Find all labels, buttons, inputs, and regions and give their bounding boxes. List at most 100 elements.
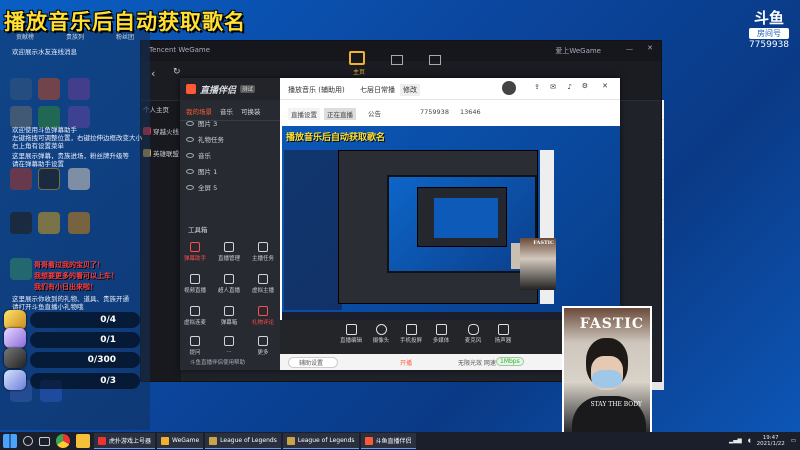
stream-preview: 播放音乐后自动获取歌名 FASTIC bbox=[282, 126, 620, 320]
scene-item[interactable]: 音乐 bbox=[186, 150, 211, 160]
refresh-icon[interactable]: ↻ bbox=[173, 67, 181, 77]
overlay-message: 欢迎使用斗鱼弹幕助手 bbox=[12, 126, 77, 134]
nav-home-label[interactable]: 主页 bbox=[353, 67, 365, 76]
tool-virtual-mic[interactable]: 虚拟连麦 bbox=[184, 306, 206, 326]
control-mic[interactable]: 麦克风 bbox=[460, 322, 486, 344]
overlay-alert: 我们有小日出来啦！ bbox=[34, 283, 97, 291]
tool-misc[interactable]: ... bbox=[218, 336, 240, 354]
tool-super-live[interactable]: 超人直播 bbox=[218, 274, 240, 294]
windows-start-icon[interactable] bbox=[3, 434, 17, 448]
clock[interactable]: 19:47 2021/1/22 bbox=[757, 435, 785, 447]
wegame-user[interactable]: 爱上WeGame bbox=[555, 46, 601, 56]
overlay-alert: 我想要更多的看可以上车！ bbox=[34, 272, 118, 280]
search-icon[interactable] bbox=[23, 436, 33, 446]
companion-icon bbox=[364, 436, 373, 445]
bell-icon[interactable]: ♪ bbox=[568, 83, 572, 91]
close-icon[interactable]: ✕ bbox=[647, 44, 653, 52]
eye-icon bbox=[186, 152, 194, 158]
overlay-message: 请在弹幕助手设置 bbox=[12, 160, 64, 168]
gift-progress-row: 0/3 bbox=[30, 373, 140, 389]
poster-headline: FASTIC bbox=[579, 316, 644, 332]
treasure-icon bbox=[4, 310, 26, 330]
mail-icon[interactable]: ✉ bbox=[550, 83, 556, 91]
control-edit[interactable]: 直播编辑 bbox=[338, 322, 364, 344]
notice-label[interactable]: 公告 bbox=[368, 108, 381, 118]
tool-gift-comment[interactable]: 礼物评论 bbox=[252, 306, 274, 326]
tab-music[interactable]: 音乐 bbox=[220, 106, 233, 116]
tool-video-live[interactable]: 视频直播 bbox=[184, 274, 206, 294]
home-icon[interactable] bbox=[349, 51, 365, 65]
close-icon[interactable]: ✕ bbox=[602, 82, 608, 90]
taskbar-item[interactable]: WeGame bbox=[157, 433, 204, 449]
library-icon[interactable] bbox=[429, 55, 441, 65]
app-logo-icon bbox=[186, 84, 196, 94]
overlay-message: 欢迎展示水友连线消息 bbox=[12, 48, 77, 56]
chrome-icon[interactable] bbox=[56, 434, 70, 448]
gear-icon[interactable]: ⚙ bbox=[582, 82, 588, 90]
overlay-message: 右上角有设置菜单 bbox=[12, 142, 64, 150]
volume-icon[interactable]: ◖ bbox=[748, 438, 751, 444]
live-settings-label[interactable]: 直播设置 bbox=[288, 108, 320, 120]
plane-icon bbox=[4, 370, 26, 390]
tab-outfit[interactable]: 可换装 bbox=[241, 106, 261, 116]
lol-icon bbox=[286, 436, 295, 445]
preview-inner-screen bbox=[387, 175, 537, 273]
scene-item[interactable]: 全屏 5 bbox=[186, 182, 217, 192]
preview-cam: FASTIC bbox=[520, 238, 556, 290]
overlay-message: 这里展示你收到的礼物、道具、贵族开通 bbox=[12, 295, 129, 303]
live-status-badge: 正在直播 bbox=[324, 108, 356, 120]
tab-scenes[interactable]: 我的场景 bbox=[186, 106, 212, 116]
taskbar-item[interactable]: League of Legends bbox=[205, 433, 281, 449]
help-link[interactable]: 斗鱼直播伴侣使用帮助 bbox=[190, 358, 245, 366]
room-edit-button[interactable]: 修改 bbox=[400, 84, 420, 96]
danmu-overlay[interactable]: 贡献榜 贵族列 粉丝团 欢迎展示水友连线消息 欢迎使用斗鱼弹幕助手 左键拖拽可调… bbox=[0, 30, 150, 430]
bitrate-badge: 1Mbps bbox=[496, 357, 524, 366]
taskbar-item[interactable]: 虎扑游戏上号器 bbox=[94, 433, 156, 449]
tool-danmu-helper[interactable]: 弹幕助手 bbox=[184, 242, 206, 262]
taskbar-item[interactable]: League of Legends bbox=[282, 433, 359, 449]
preview-companion-window bbox=[338, 150, 538, 304]
control-camera[interactable]: 摄像头 bbox=[368, 322, 394, 344]
room-subtitle: 七层日常播 bbox=[360, 86, 395, 94]
companion-sidebar: 直播伴侣 测试 我的场景 音乐 可换装 图片 3 礼物任务 音乐 图片 1 全屏… bbox=[180, 78, 280, 370]
tool-tasks[interactable]: 主播任务 bbox=[252, 242, 274, 262]
companion-topbar: 播放音乐 (辅助用) 七层日常播 修改 ⇪ ✉ ♪ ⚙ ✕ bbox=[280, 78, 620, 100]
minimize-icon[interactable]: — bbox=[626, 45, 633, 53]
tool-question[interactable]: 提问 bbox=[184, 336, 206, 356]
face-mask bbox=[592, 370, 622, 388]
settings-input[interactable]: 辅助设置 bbox=[288, 357, 339, 368]
folder-icon[interactable] bbox=[76, 434, 90, 448]
task-view-icon[interactable] bbox=[39, 436, 50, 446]
share-icon[interactable]: ⇪ bbox=[534, 83, 540, 91]
avatar[interactable] bbox=[502, 81, 516, 95]
control-speaker[interactable]: 扬声器 bbox=[490, 322, 516, 344]
preview-nested-window bbox=[417, 187, 507, 247]
tool-live-manage[interactable]: 直播管理 bbox=[218, 242, 240, 262]
preview-banner: 播放音乐后自动获取歌名 bbox=[286, 133, 386, 143]
scene-item[interactable]: 图片 3 bbox=[186, 118, 217, 128]
rocket-icon bbox=[4, 348, 26, 368]
room-label: 房间号 bbox=[749, 28, 789, 39]
system-tray: ▂▄▆ ◖ 19:47 2021/1/22 ▭ bbox=[729, 435, 800, 447]
status-tag: 开播 bbox=[400, 360, 413, 367]
control-phone-cast[interactable]: 手机投屏 bbox=[398, 322, 424, 344]
notification-icon[interactable]: ▭ bbox=[791, 438, 796, 444]
overlay-alert: 哥哥看过我的宝贝了！ bbox=[34, 261, 104, 269]
network-status: 无限光效 网速 bbox=[458, 360, 496, 367]
tool-virtual-host[interactable]: 虚拟主播 bbox=[252, 274, 274, 294]
webcam-feed: FASTIC STAY THE BODY bbox=[562, 306, 652, 434]
store-icon[interactable] bbox=[391, 55, 403, 65]
stream-title-banner: 播放音乐后自动获取歌名 bbox=[4, 10, 246, 34]
control-media[interactable]: 多媒体 bbox=[428, 322, 454, 344]
tool-danmu-box[interactable]: 弹幕箱 bbox=[218, 306, 240, 326]
scene-item[interactable]: 礼物任务 bbox=[186, 134, 224, 144]
scene-item[interactable]: 图片 1 bbox=[186, 166, 217, 176]
gift-progress-value: 0/300 bbox=[87, 355, 116, 365]
clock-date: 2021/1/22 bbox=[756, 441, 785, 447]
network-icon[interactable]: ▂▄▆ bbox=[729, 438, 742, 444]
taskbar-item[interactable]: 斗鱼直播伴侣 bbox=[360, 433, 416, 449]
overlay-message: 左键拖拽可调整位置，右键拉伸边框改变大小 bbox=[12, 134, 142, 142]
back-icon[interactable]: ‹ bbox=[151, 67, 155, 80]
tool-more[interactable]: 更多 bbox=[252, 336, 274, 356]
app-badge: 测试 bbox=[240, 85, 256, 93]
